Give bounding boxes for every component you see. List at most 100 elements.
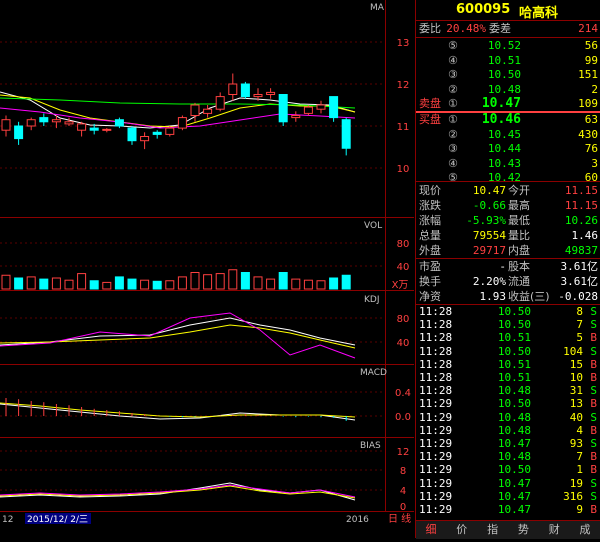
tick-time: 11:29 (419, 476, 453, 490)
stat-label: 量比 (508, 229, 530, 242)
tick-volume: 4 (576, 423, 583, 437)
volume-bar (215, 273, 225, 290)
tick-row[interactable]: 11:28 10.51 5 B (416, 331, 600, 344)
tab-2[interactable]: 指 (478, 522, 508, 538)
tick-row[interactable]: 11:28 10.51 15 B (416, 358, 600, 371)
tick-row[interactable]: 11:29 10.48 4 B (416, 424, 600, 437)
tick-time: 11:29 (419, 397, 453, 411)
stat-label: 总量 (419, 229, 441, 242)
volume-bar (152, 280, 162, 290)
tick-direction: S (590, 305, 597, 318)
bias-label: BIAS (360, 441, 381, 451)
tab-3[interactable]: 势 (508, 522, 538, 538)
tick-time: 11:28 (419, 384, 453, 398)
volume-bar (127, 278, 137, 290)
tab-4[interactable]: 财 (539, 522, 569, 538)
tick-volume: 9 (576, 503, 583, 516)
candle-body (291, 115, 301, 119)
stat-label: 净资 (419, 290, 441, 303)
bottom-tabs: 细价指势财成 (416, 520, 600, 539)
volume-bar (14, 277, 24, 290)
stat-label: 市盈 (419, 260, 441, 273)
tab-5[interactable]: 成 (570, 522, 600, 538)
order-row[interactable]: 卖盘 ① 10.47 109 (416, 96, 600, 112)
tick-row[interactable]: 11:28 10.51 10 B (416, 371, 600, 384)
stat-value: 11.15 (564, 199, 598, 212)
stat-label: 流通 (508, 275, 530, 288)
tick-time: 11:29 (419, 489, 453, 503)
tick-time: 11:29 (419, 463, 453, 477)
tick-row[interactable]: 11:28 10.50 8 S (416, 305, 600, 318)
tick-price: 10.51 (497, 357, 531, 371)
stat-label: 换手 (419, 275, 441, 288)
order-price: 10.47 (481, 96, 521, 111)
order-volume: 109 (578, 97, 598, 110)
tick-direction: S (590, 476, 597, 490)
volume-bar (190, 272, 200, 290)
volume-bar (165, 280, 175, 290)
tick-row[interactable]: 11:29 10.47 316 S (416, 490, 600, 503)
macd-dea-line (0, 402, 356, 418)
tick-row[interactable]: 11:29 10.47 93 S (416, 437, 600, 450)
candle-body (329, 96, 339, 119)
tick-direction: S (590, 344, 597, 358)
chart-svg[interactable]: MA 13 12 11 10 VOL 80 40 X万 KDJ 80 40 MA… (0, 0, 414, 538)
tick-volume: 19 (569, 476, 583, 490)
tick-row[interactable]: 11:29 10.50 13 B (416, 397, 600, 410)
volume-bar (240, 272, 250, 290)
stat-value: -0.028 (558, 290, 598, 303)
stat-label: 最低 (508, 214, 530, 227)
period-label[interactable]: 日 线 (388, 512, 411, 525)
tick-row[interactable]: 11:29 10.48 7 B (416, 450, 600, 463)
tick-volume: 1 (576, 463, 583, 477)
candle-body (190, 104, 200, 116)
weibi-value: 20.48% (446, 22, 486, 35)
candle-body (341, 119, 351, 149)
tick-row[interactable]: 11:28 10.48 31 S (416, 384, 600, 397)
tick-volume: 104 (563, 344, 583, 358)
tick-volume: 7 (576, 450, 583, 464)
stat-label: 现价 (419, 184, 441, 197)
price-tick-10: 10 (397, 164, 410, 175)
candle-body (215, 96, 225, 110)
macd-tick-00: 0.0 (395, 412, 411, 423)
stat-value: 3.61亿 (560, 260, 599, 273)
candle-body (64, 121, 74, 125)
bias-tick-12: 12 (397, 447, 410, 458)
weibi-label: 委比 (419, 22, 441, 35)
kline-chart-area[interactable]: MA 13 12 11 10 VOL 80 40 X万 KDJ 80 40 MA… (0, 0, 414, 538)
date-right: 2016 (346, 515, 369, 525)
tick-row[interactable]: 11:29 10.48 40 S (416, 411, 600, 424)
candle-body (152, 131, 162, 135)
candle-body (240, 83, 250, 98)
stat-row: 市盈 - 股本 3.61亿 (416, 259, 600, 275)
tick-price: 10.50 (497, 397, 531, 411)
tick-direction: B (590, 331, 597, 345)
tick-volume: 40 (569, 410, 583, 424)
price-tick-12: 12 (397, 80, 410, 91)
tick-time: 11:28 (419, 305, 453, 318)
stat-value: - (499, 260, 506, 273)
date-left: 12 (2, 515, 13, 525)
tick-row[interactable]: 11:29 10.50 1 B (416, 463, 600, 476)
vol-unit: X万 (392, 280, 409, 291)
tick-price: 10.47 (497, 503, 531, 516)
tick-row[interactable]: 11:29 10.47 19 S (416, 477, 600, 490)
tick-price: 10.50 (497, 463, 531, 477)
macd-tick-04: 0.4 (395, 388, 411, 399)
tick-row[interactable]: 11:29 10.47 9 B (416, 503, 600, 516)
volume-bar (303, 279, 313, 290)
volume-bar (203, 274, 213, 290)
tab-1[interactable]: 价 (447, 522, 477, 538)
tick-row[interactable]: 11:28 10.50 7 S (416, 318, 600, 331)
bias-tick-0: 0 (400, 502, 406, 513)
stat-row: 外盘 29717 内盘 49837 (416, 243, 600, 259)
tab-0[interactable]: 细 (416, 522, 446, 538)
volume-bar (77, 273, 87, 290)
tick-row[interactable]: 11:28 10.50 104 S (416, 345, 600, 358)
candle-body (39, 117, 49, 123)
tick-time: 11:28 (419, 318, 453, 332)
candle-body (140, 136, 150, 142)
volume-bars-group (1, 269, 351, 290)
sell-buy-divider (416, 111, 600, 113)
